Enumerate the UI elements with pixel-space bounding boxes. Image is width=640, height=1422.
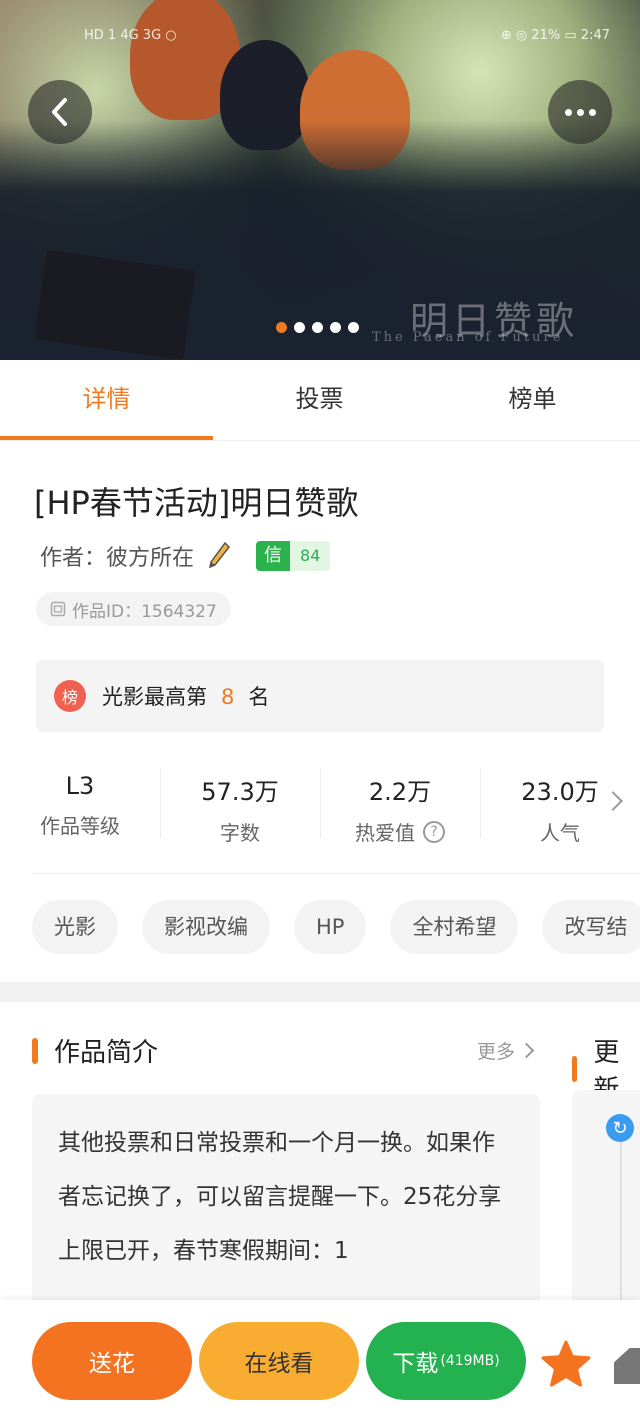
author-name[interactable]: 彼方所在 — [106, 540, 194, 572]
stat-love-value[interactable]: 2.2万 热爱值? — [320, 760, 480, 845]
rank-text: 光影最高第 8 名 — [102, 681, 269, 711]
share-icon[interactable] — [614, 1348, 640, 1384]
download-button[interactable]: 下载 (419MB) — [366, 1322, 526, 1400]
carousel-dot[interactable] — [330, 322, 341, 333]
stat-value: 57.3万 — [201, 778, 279, 806]
tab-bar: 详情 投票 榜单 — [0, 360, 640, 441]
help-icon[interactable]: ? — [423, 820, 445, 843]
bottom-action-bar: 送花 在线看 下载 (419MB) — [0, 1300, 640, 1422]
status-left: HD 1 4G 3G ○ — [84, 28, 177, 43]
tag-chip[interactable]: 光影 — [32, 900, 118, 954]
status-bar: HD 1 4G 3G ○ ⊕ ◎ 21% ▭ 2:47 — [0, 28, 640, 52]
rank-banner[interactable]: 榜 光影最高第 8 名 — [36, 660, 604, 732]
timeline-line — [620, 1142, 622, 1312]
stats-row: L3 作品等级 57.3万 字数 2.2万 热爱值? 23.0万 人气 — [0, 760, 640, 845]
download-label: 下载 — [392, 1351, 439, 1377]
pencil-icon[interactable] — [206, 541, 232, 571]
refresh-icon: ↻ — [606, 1114, 634, 1142]
work-id: 作品ID：1564327 — [72, 601, 217, 622]
carousel-dot[interactable] — [348, 322, 359, 333]
carousel-indicator — [276, 322, 359, 333]
author-label: 作者： — [40, 546, 107, 571]
stat-label: 热爱值 — [355, 821, 415, 845]
rank-number: 8 — [221, 685, 235, 709]
work-title: [HP春节活动]明日赞歌 — [34, 484, 359, 522]
stat-label: 字数 — [220, 821, 260, 845]
download-size: (419MB) — [440, 1353, 500, 1369]
intro-title: 作品简介 — [54, 1038, 159, 1068]
id-card-icon — [50, 601, 66, 617]
back-button[interactable] — [28, 80, 92, 144]
stat-value: L3 — [65, 772, 95, 800]
work-id-badge[interactable]: 作品ID：1564327 — [36, 592, 231, 626]
section-marker — [32, 1037, 38, 1064]
intro-text: 其他投票和日常投票和一个月一换。如果作者忘记换了，可以留言提醒一下。25花分享上… — [58, 1130, 502, 1264]
divider — [32, 873, 640, 874]
intro-card[interactable]: 其他投票和日常投票和一个月一换。如果作者忘记换了，可以留言提醒一下。25花分享上… — [32, 1094, 540, 1324]
intro-header: 作品简介 更多 — [32, 1032, 535, 1069]
section-marker — [572, 1056, 578, 1082]
stat-level[interactable]: L3 作品等级 — [0, 760, 160, 844]
stat-value: 2.2万 — [368, 778, 432, 806]
rank-prefix: 光影最高第 — [102, 685, 207, 709]
hero-banner[interactable]: 明日赞歌 The Paean of Future HD 1 4G 3G ○ ⊕ … — [0, 0, 640, 360]
tag-chip[interactable]: 改写结 — [542, 900, 640, 954]
read-online-button[interactable]: 在线看 — [199, 1322, 359, 1400]
tag-chip[interactable]: 全村希望 — [390, 900, 519, 954]
rank-suffix: 名 — [248, 685, 270, 709]
status-right: ⊕ ◎ 21% ▭ 2:47 — [500, 28, 610, 43]
carousel-dot[interactable] — [294, 322, 305, 333]
more-label: 更多 — [476, 1041, 515, 1063]
section-separator — [0, 982, 640, 1002]
star-icon[interactable] — [540, 1338, 592, 1390]
chevron-right-icon — [518, 1042, 535, 1059]
chevron-left-icon — [52, 98, 67, 126]
tab-rankings[interactable]: 榜单 — [426, 360, 639, 440]
tag-chip[interactable]: 影视改编 — [142, 900, 270, 954]
tab-vote[interactable]: 投票 — [213, 360, 426, 440]
credit-badge[interactable]: 信 84 — [256, 541, 331, 571]
intro-more-link[interactable]: 更多 — [476, 1037, 535, 1064]
tab-details[interactable]: 详情 — [0, 360, 213, 440]
more-button[interactable] — [548, 80, 612, 144]
tag-chip[interactable]: HP — [294, 900, 367, 954]
carousel-dot[interactable] — [276, 322, 287, 333]
carousel-dot[interactable] — [312, 322, 323, 333]
more-icon — [564, 108, 596, 116]
author-row: 作者： 彼方所在 信 84 — [40, 540, 331, 572]
stat-word-count[interactable]: 57.3万 字数 — [160, 760, 320, 845]
rank-icon: 榜 — [54, 680, 86, 712]
tag-list: 光影 影视改编 HP 全村希望 改写结 — [32, 900, 640, 954]
credit-value: 84 — [290, 541, 331, 571]
send-flower-button[interactable]: 送花 — [32, 1322, 192, 1400]
stat-label: 作品等级 — [40, 814, 120, 838]
stat-label: 人气 — [540, 821, 580, 845]
hero-art-subtitle: The Paean of Future — [372, 330, 564, 345]
credit-key: 信 — [256, 541, 291, 571]
